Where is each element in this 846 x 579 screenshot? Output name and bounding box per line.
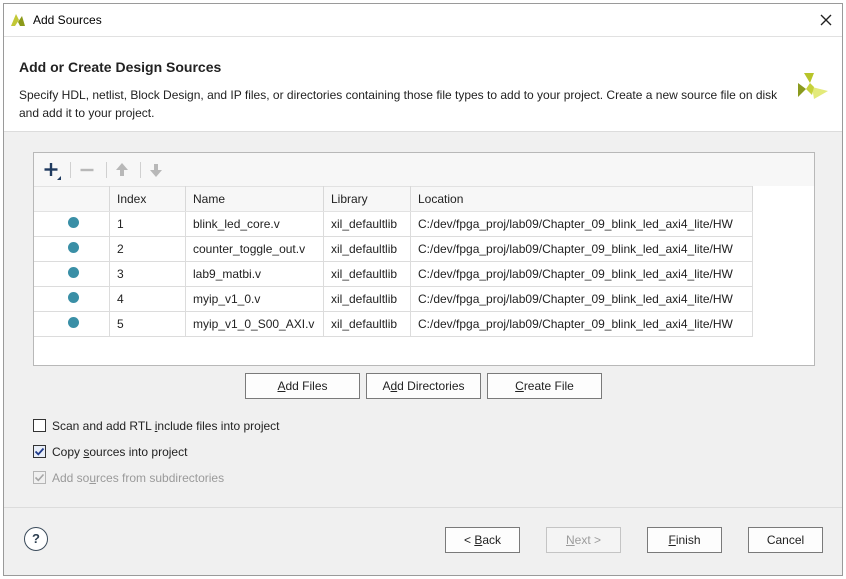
library-cell: xil_defaultlib	[323, 261, 411, 287]
mnemonic: F	[668, 533, 676, 547]
minus-icon[interactable]	[76, 159, 98, 181]
column-header-library[interactable]: Library	[323, 186, 411, 212]
scan-rtl-checkbox[interactable]	[33, 419, 46, 432]
sources-toolbar	[34, 153, 814, 186]
create-file-button[interactable]: Create File	[487, 373, 602, 399]
column-header-location[interactable]: Location	[410, 186, 753, 212]
copy-sources-checkbox[interactable]	[33, 445, 46, 458]
column-header-status[interactable]	[34, 186, 110, 212]
location-cell: C:/dev/fpga_proj/lab09/Chapter_09_blink_…	[410, 211, 753, 237]
xilinx-logo-icon	[11, 14, 25, 26]
sources-panel: Index Name Library Location 1 blink_led_…	[33, 152, 815, 366]
status-cell	[34, 261, 110, 287]
table-row[interactable]: 5 myip_v1_0_S00_AXI.v xil_defaultlib C:/…	[34, 311, 753, 337]
name-cell: counter_toggle_out.v	[185, 236, 324, 262]
status-cell	[34, 211, 110, 237]
add-subdirs-checkbox	[33, 471, 46, 484]
button-label: inish	[675, 533, 701, 547]
toolbar-divider	[70, 162, 71, 178]
vivado-logo-icon	[798, 73, 828, 99]
location-cell: C:/dev/fpga_proj/lab09/Chapter_09_blink_…	[410, 286, 753, 312]
status-cell	[34, 311, 110, 337]
table-header-row: Index Name Library Location	[34, 186, 753, 212]
scan-rtl-label: Scan and add RTL include files into proj…	[52, 419, 280, 433]
toolbar-divider	[106, 162, 107, 178]
checkmark-icon	[34, 473, 45, 482]
footer-divider	[4, 507, 842, 508]
index-cell: 4	[109, 286, 186, 312]
plus-icon[interactable]	[40, 159, 62, 181]
location-cell: C:/dev/fpga_proj/lab09/Chapter_09_blink_…	[410, 261, 753, 287]
help-icon[interactable]: ?	[24, 527, 48, 551]
arrow-up-icon[interactable]	[111, 159, 133, 181]
button-label: reate File	[523, 379, 574, 393]
arrow-down-icon[interactable]	[145, 159, 167, 181]
copy-sources-label: Copy sources into project	[52, 445, 188, 459]
button-label: ext >	[574, 533, 602, 547]
toolbar-divider	[140, 162, 141, 178]
file-status-icon	[68, 317, 79, 328]
table-row[interactable]: 4 myip_v1_0.v xil_defaultlib C:/dev/fpga…	[34, 286, 753, 312]
table-row[interactable]: 3 lab9_matbi.v xil_defaultlib C:/dev/fpg…	[34, 261, 753, 287]
column-header-index[interactable]: Index	[109, 186, 186, 212]
status-cell	[34, 236, 110, 262]
button-label: dd Files	[285, 379, 328, 393]
add-files-button[interactable]: Add Files	[245, 373, 360, 399]
mnemonic: C	[515, 379, 524, 393]
add-subdirs-label: Add sources from subdirectories	[52, 471, 225, 485]
index-cell: 2	[109, 236, 186, 262]
library-cell: xil_defaultlib	[323, 211, 411, 237]
index-cell: 5	[109, 311, 186, 337]
back-button[interactable]: < Back	[445, 527, 520, 553]
window-title: Add Sources	[33, 13, 102, 27]
library-cell: xil_defaultlib	[323, 236, 411, 262]
title-bar: Add Sources	[4, 4, 842, 37]
page-description: Specify HDL, netlist, Block Design, and …	[19, 88, 778, 120]
checkmark-icon	[34, 447, 45, 456]
next-button[interactable]: Next >	[546, 527, 621, 553]
name-cell: lab9_matbi.v	[185, 261, 324, 287]
file-status-icon	[68, 292, 79, 303]
dialog-header: Add or Create Design Sources Specify HDL…	[4, 37, 842, 132]
library-cell: xil_defaultlib	[323, 286, 411, 312]
button-label: <	[463, 533, 475, 547]
file-status-icon	[68, 267, 79, 278]
file-status-icon	[68, 242, 79, 253]
table-row[interactable]: 1 blink_led_core.v xil_defaultlib C:/dev…	[34, 211, 753, 237]
name-cell: myip_v1_0.v	[185, 286, 324, 312]
page-title: Add or Create Design Sources	[19, 59, 222, 75]
add-directories-button[interactable]: Add Directories	[366, 373, 481, 399]
table-row[interactable]: 2 counter_toggle_out.v xil_defaultlib C:…	[34, 236, 753, 262]
finish-button[interactable]: Finish	[647, 527, 722, 553]
column-header-name[interactable]: Name	[185, 186, 324, 212]
add-sources-dialog: Add Sources Add or Create Design Sources…	[3, 3, 843, 576]
index-cell: 3	[109, 261, 186, 287]
button-label: ack	[482, 533, 502, 547]
file-status-icon	[68, 217, 79, 228]
library-cell: xil_defaultlib	[323, 311, 411, 337]
close-icon[interactable]	[816, 10, 836, 30]
index-cell: 1	[109, 211, 186, 237]
status-cell	[34, 286, 110, 312]
mnemonic: N	[565, 533, 575, 547]
location-cell: C:/dev/fpga_proj/lab09/Chapter_09_blink_…	[410, 236, 753, 262]
sources-table: Index Name Library Location 1 blink_led_…	[34, 186, 753, 337]
name-cell: blink_led_core.v	[185, 211, 324, 237]
cancel-button[interactable]: Cancel	[748, 527, 823, 553]
button-label: d Directories	[397, 379, 465, 393]
location-cell: C:/dev/fpga_proj/lab09/Chapter_09_blink_…	[410, 311, 753, 337]
name-cell: myip_v1_0_S00_AXI.v	[185, 311, 324, 337]
